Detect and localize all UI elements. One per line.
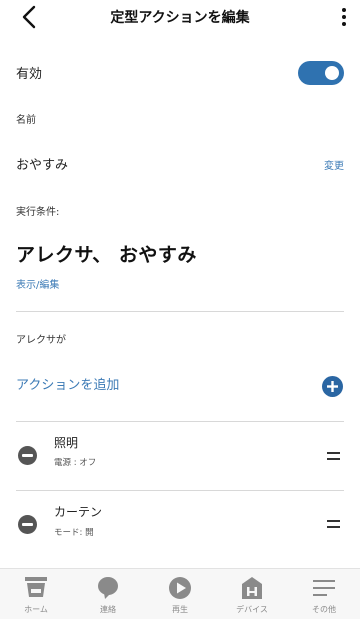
change-name-link[interactable]: 変更 [324, 157, 344, 172]
tab-more[interactable]: その他 [288, 569, 360, 619]
condition-label: 実行条件: [16, 207, 60, 218]
menu-icon [313, 580, 335, 596]
trigger-phrase: アレクサ、 おやすみ [16, 244, 197, 266]
view-edit-link[interactable]: 表示/編集 [16, 276, 59, 291]
name-label: 名前 [16, 115, 36, 126]
divider [16, 490, 344, 491]
home-icon [25, 577, 47, 597]
tab-label: その他 [312, 605, 336, 614]
enabled-toggle[interactable] [298, 61, 344, 85]
chat-icon [98, 577, 118, 599]
divider [16, 311, 344, 312]
tab-label: ホーム [24, 605, 48, 614]
page-title: 定型アクションを編集 [110, 10, 250, 26]
toggle-knob [325, 66, 339, 80]
action-item-title: カーテン [54, 505, 103, 519]
tab-devices[interactable]: デバイス [216, 569, 288, 619]
tab-communicate[interactable]: 連絡 [72, 569, 144, 619]
enabled-label: 有効 [16, 67, 43, 82]
more-options-icon[interactable] [338, 6, 350, 28]
action-item-subtitle: モード: 開 [54, 528, 94, 538]
drag-handle-icon[interactable] [327, 520, 340, 529]
app-header: 定型アクションを編集 [0, 0, 360, 34]
bottom-tab-bar: ホーム 連絡 再生 デバイス その他 [0, 568, 360, 619]
add-action-link[interactable]: アクションを追加 [16, 374, 119, 393]
remove-action-icon[interactable] [18, 515, 37, 534]
divider [16, 421, 344, 422]
drag-handle-icon[interactable] [327, 452, 340, 461]
actions-label: アレクサが [16, 335, 66, 346]
tab-label: デバイス [236, 605, 268, 614]
tab-label: 再生 [172, 605, 188, 614]
tab-label: 連絡 [100, 605, 116, 614]
action-item-title: 照明 [54, 436, 79, 450]
tab-play[interactable]: 再生 [144, 569, 216, 619]
devices-icon [242, 577, 262, 599]
routine-name: おやすみ [16, 158, 69, 173]
add-icon[interactable] [322, 376, 343, 397]
remove-action-icon[interactable] [18, 446, 37, 465]
action-item-subtitle: 電源 : オフ [54, 458, 97, 468]
play-icon [169, 577, 191, 599]
tab-home[interactable]: ホーム [0, 569, 72, 619]
